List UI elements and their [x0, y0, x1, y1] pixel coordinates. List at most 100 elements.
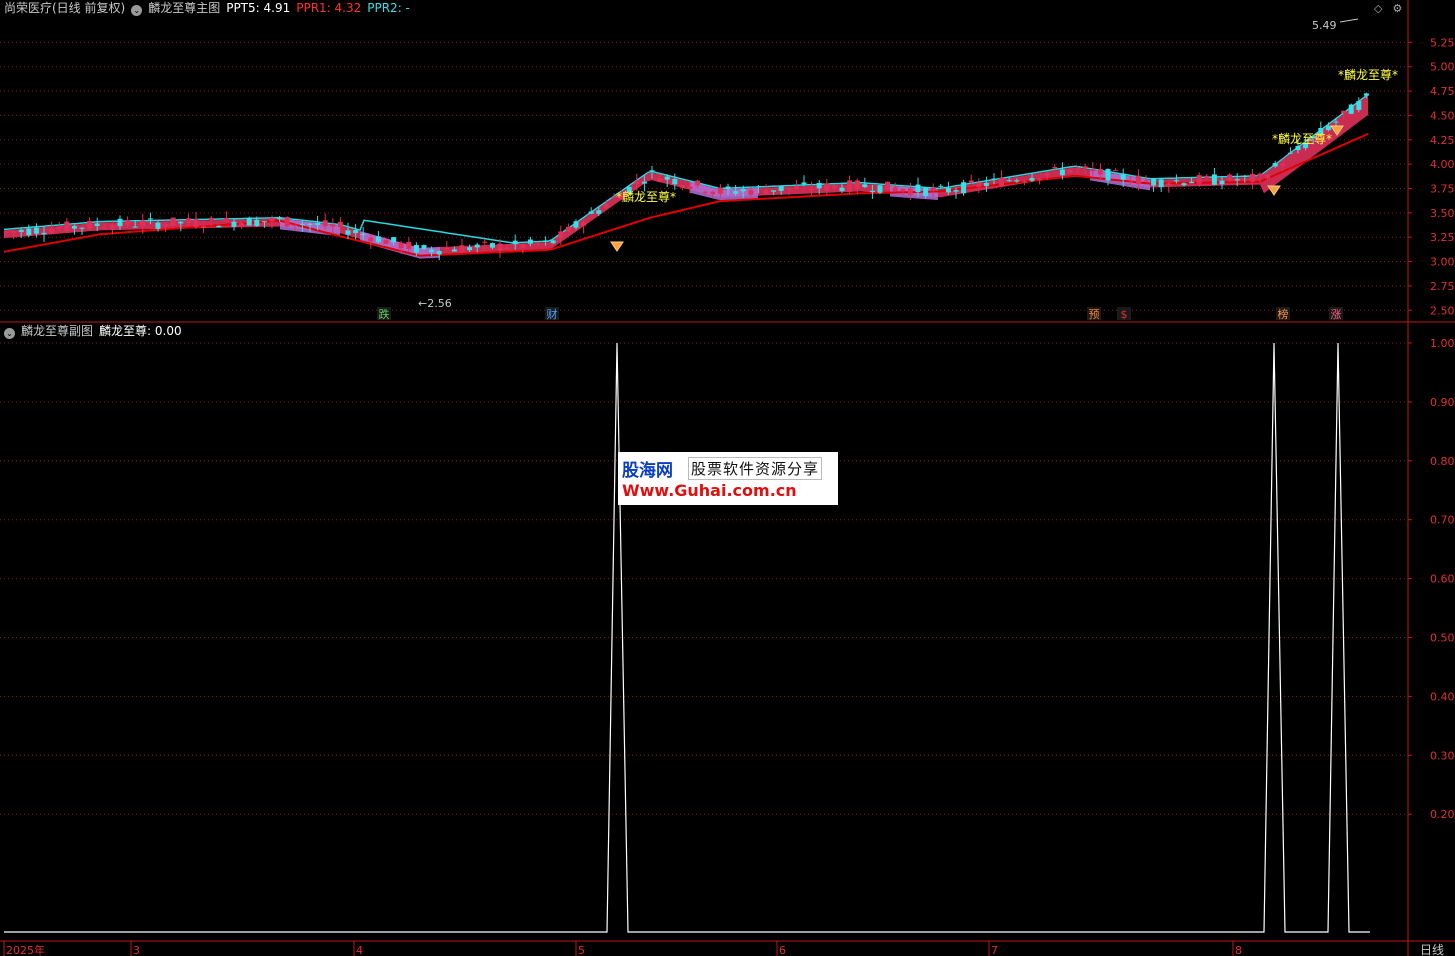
- candle-body: [816, 182, 822, 189]
- candle-body: [1227, 174, 1233, 181]
- candle-body: [49, 229, 55, 233]
- xaxis-label: 5: [578, 944, 585, 956]
- watermark-banner: 股海网 股票软件资源分享 Www.Guhai.com.cn: [618, 452, 838, 505]
- candle-body: [520, 244, 526, 248]
- watermark-subtitle: 股票软件资源分享: [688, 457, 823, 480]
- sub-indicator-name[interactable]: 麟龙至尊副图: [21, 324, 93, 338]
- candle-body: [1257, 173, 1263, 177]
- candle-body: [269, 218, 275, 222]
- candle-body: [527, 239, 533, 244]
- signal-label: *麟龙至尊*: [1272, 131, 1332, 146]
- candle-body: [1196, 175, 1202, 184]
- candle-body: [117, 218, 123, 227]
- candle-body: [869, 190, 875, 193]
- candle-body: [793, 185, 799, 190]
- candle-body: [1348, 104, 1354, 114]
- indicator-menu-icon[interactable]: ⌄: [131, 5, 143, 16]
- main-ytick-label: 3.50: [1430, 207, 1455, 220]
- main-indicator-name[interactable]: 麟龙至尊主图: [148, 1, 220, 15]
- main-ytick-label: 3.25: [1430, 231, 1455, 244]
- sub-ytick-label: 0.90: [1430, 396, 1455, 409]
- candle-body: [885, 181, 891, 190]
- diamond-signal-icon: [1267, 185, 1281, 196]
- main-ytick-label: 3.00: [1430, 256, 1455, 269]
- candle-body: [125, 219, 131, 225]
- event-marker: 涨: [1331, 308, 1342, 321]
- main-chart-header: 尚荣医疗(日线 前复权) ⌄ 麟龙至尊主图 PPT5: 4.91 PPR1: 4.32 P…: [4, 0, 416, 16]
- candle-body: [1006, 180, 1012, 182]
- candle-body: [535, 243, 541, 245]
- candle-body: [79, 227, 85, 229]
- candle-body: [831, 185, 837, 189]
- ppt5-value: PPT5: 4.91: [226, 1, 291, 15]
- candle-body: [1120, 173, 1126, 180]
- candle-body: [634, 181, 640, 184]
- candle-body: [223, 217, 229, 222]
- candle-body: [421, 245, 427, 249]
- candle-body: [94, 223, 100, 226]
- watermark-url: Www.Guhai.com.cn: [622, 481, 797, 500]
- candle-body: [907, 188, 913, 195]
- candle-body: [717, 187, 723, 194]
- candle-body: [1325, 125, 1331, 131]
- candle-body: [543, 240, 549, 242]
- candle-body: [695, 180, 701, 186]
- candle-body: [641, 181, 647, 184]
- candle-body: [489, 243, 495, 248]
- sub-indicator-menu-icon[interactable]: ⌄: [4, 328, 15, 339]
- diamond-icon[interactable]: ◇: [1374, 2, 1382, 15]
- candle-body: [429, 249, 435, 253]
- xaxis-label: 8: [1235, 944, 1242, 956]
- main-ytick-label: 2.75: [1430, 280, 1455, 293]
- candle-body: [436, 250, 442, 255]
- candle-body: [18, 229, 24, 232]
- main-ytick-label: 2.50: [1430, 304, 1455, 317]
- candle-body: [3, 231, 9, 233]
- candle-body: [733, 191, 739, 194]
- candle-body: [1037, 178, 1043, 180]
- signal-label: *麟龙至尊*: [1338, 67, 1398, 82]
- candle-body: [1143, 180, 1149, 182]
- candle-body: [976, 182, 982, 187]
- chart-stage: 5.25 5.00 4.75 4.50 4.25 4.00 3.75 3.50 3.25 3.00…: [0, 0, 1455, 956]
- candle-body: [505, 247, 511, 249]
- candle-body: [292, 224, 298, 226]
- settings-icon[interactable]: ⚙: [1392, 2, 1402, 15]
- stock-name[interactable]: 尚荣医疗(日线 前复权): [4, 1, 125, 15]
- candle-body: [558, 231, 564, 238]
- candle-body: [261, 221, 267, 223]
- candle-body: [170, 217, 176, 226]
- candle-body: [679, 184, 685, 188]
- candle-body: [1082, 166, 1088, 169]
- candle-body: [277, 218, 283, 220]
- candle-body: [254, 219, 260, 226]
- candle-body: [1052, 167, 1058, 169]
- candle-body: [778, 186, 784, 191]
- candle-body: [1029, 178, 1035, 181]
- candle-body: [1242, 175, 1248, 177]
- candle-body: [64, 221, 70, 232]
- candle-body: [961, 182, 967, 194]
- candle-body: [1234, 179, 1240, 181]
- candle-body: [102, 227, 108, 229]
- candle-body: [307, 223, 313, 225]
- candle-body: [763, 190, 769, 195]
- candle-body: [482, 241, 488, 243]
- candle-body: [163, 224, 169, 227]
- candle-body: [231, 221, 237, 227]
- candle-body: [1363, 93, 1369, 96]
- diamond-signal-icon: [610, 241, 624, 252]
- candle-body: [1113, 170, 1119, 172]
- high-price-label: 5.49: [1312, 19, 1337, 32]
- candle-body: [413, 244, 419, 253]
- candle-body: [147, 218, 153, 220]
- candle-body: [201, 226, 207, 228]
- main-ytick-label: 4.50: [1430, 109, 1455, 122]
- candle-body: [41, 232, 47, 235]
- top-right-icons: ◇ ⚙: [1374, 2, 1412, 15]
- main-ytick-label: 4.75: [1430, 85, 1455, 98]
- event-marker: $: [1121, 308, 1128, 321]
- candle-body: [459, 245, 465, 253]
- candle-body: [474, 244, 480, 248]
- candle-body: [315, 223, 321, 225]
